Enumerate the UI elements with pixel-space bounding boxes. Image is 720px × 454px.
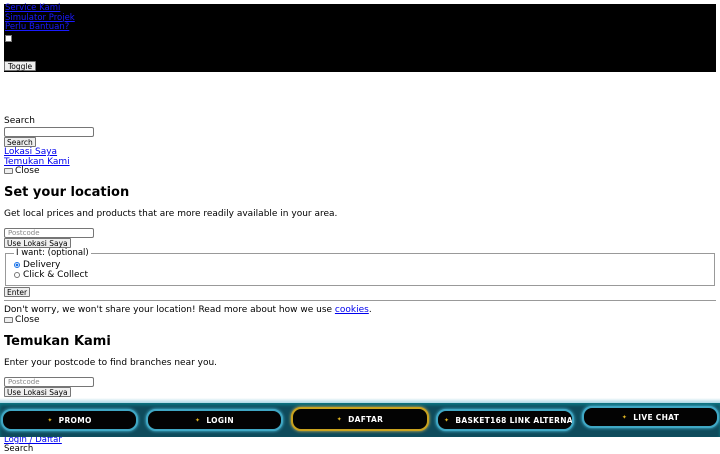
find-us-description: Enter your postcode to find branches nea…	[4, 358, 218, 368]
find-us-use-location-button[interactable]: Use Lokasi Saya	[4, 387, 71, 397]
register-label: DAFTAR	[348, 414, 384, 424]
close-label: Close	[15, 315, 40, 325]
privacy-end: .	[368, 305, 372, 315]
login-button[interactable]: ✦ LOGIN	[146, 409, 283, 431]
find-us-postcode-input[interactable]: Postcode	[4, 377, 94, 387]
promo-label: PROMO	[58, 415, 92, 425]
find-us-title: Temukan Kami	[4, 334, 111, 349]
set-location-title: Set your location	[4, 185, 130, 200]
star-icon: ✦	[444, 416, 450, 424]
star-icon: ✦	[336, 415, 343, 423]
find-us-close[interactable]: Close	[4, 315, 40, 325]
location-close[interactable]: Close	[4, 166, 40, 176]
delivery-label: Delivery	[23, 260, 61, 270]
delivery-option[interactable]: Delivery	[14, 260, 60, 270]
privacy-notice: Don't worry, we won't share your locatio…	[4, 305, 372, 315]
delivery-options-fieldset: I want: (optional) Delivery Click & Coll…	[5, 248, 715, 286]
divider	[4, 300, 716, 301]
privacy-text: Don't worry, we won't share your locatio…	[4, 305, 335, 315]
simulator-link[interactable]: Simulator Projek	[4, 13, 716, 24]
set-location-description: Get local prices and products that are m…	[4, 209, 338, 219]
radio-selected-icon	[14, 261, 20, 268]
toggle-button[interactable]: Toggle	[4, 61, 37, 71]
register-button[interactable]: ✦ DAFTAR	[291, 407, 429, 431]
radio-icon	[14, 271, 20, 278]
close-icon	[4, 167, 13, 174]
postcode-input[interactable]: Postcode	[4, 228, 94, 238]
live-chat-button[interactable]: ✦ LIVE CHAT	[582, 406, 719, 428]
menu-checkbox[interactable]	[5, 34, 12, 42]
login-label: LOGIN	[206, 415, 234, 425]
close-label: Close	[15, 166, 40, 176]
fieldset-legend: I want: (optional)	[14, 248, 91, 258]
search-label: Search	[4, 116, 35, 126]
use-location-button[interactable]: Use Lokasi Saya	[4, 238, 71, 248]
search-button[interactable]: Search	[4, 137, 36, 147]
click-collect-label: Click & Collect	[23, 270, 88, 280]
search-label-bottom: Search	[4, 444, 34, 454]
alternative-link-label: BASKET168 LINK ALTERNATIF	[455, 415, 574, 425]
help-link[interactable]: Perlu Bantuan?	[4, 22, 716, 33]
top-header-bar: Service Kami Simulator Projek Perlu Bant…	[4, 3, 716, 72]
alternative-link-button[interactable]: ✦ BASKET168 LINK ALTERNATIF	[436, 409, 574, 431]
enter-button[interactable]: Enter	[4, 287, 31, 297]
close-icon	[4, 316, 13, 323]
service-link[interactable]: Service Kami	[4, 3, 716, 14]
promo-button[interactable]: ✦ PROMO	[1, 409, 138, 431]
my-location-link[interactable]: Lokasi Saya	[4, 147, 57, 157]
star-icon: ✦	[47, 416, 53, 424]
star-icon: ✦	[621, 413, 628, 421]
star-icon: ✦	[195, 416, 201, 424]
bottom-nav-bar: ✦ PROMO ✦ LOGIN ✦ DAFTAR ✦ BASKET168 LINK AL…	[0, 403, 720, 437]
cookies-link[interactable]: cookies	[335, 305, 369, 315]
live-chat-label: LIVE CHAT	[633, 412, 680, 422]
click-collect-option[interactable]: Click & Collect	[14, 270, 88, 280]
search-input[interactable]	[4, 127, 94, 137]
